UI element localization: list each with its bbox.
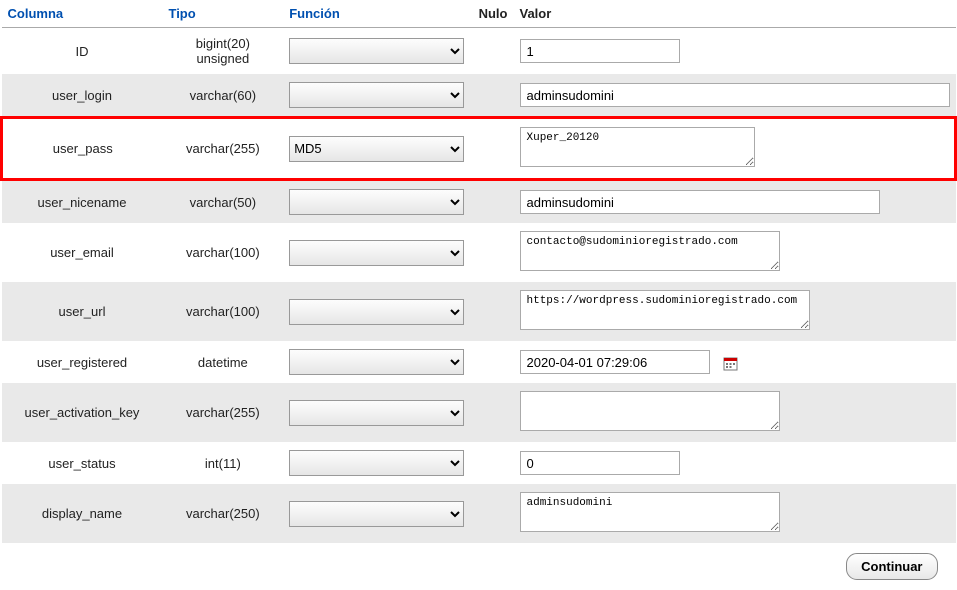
type-id: bigint(20) unsigned <box>162 28 283 75</box>
row-user-email: user_email varchar(100) <box>2 223 956 282</box>
row-user-status: user_status int(11) <box>2 442 956 484</box>
func-select-user-nicename[interactable] <box>289 189 464 215</box>
calendar-icon[interactable] <box>723 356 738 371</box>
func-select-user-activation-key[interactable] <box>289 400 464 426</box>
colname-user-registered: user_registered <box>2 341 163 383</box>
func-select-user-login[interactable] <box>289 82 464 108</box>
type-user-nicename: varchar(50) <box>162 180 283 224</box>
colname-user-activation-key: user_activation_key <box>2 383 163 442</box>
type-user-registered: datetime <box>162 341 283 383</box>
func-select-user-pass[interactable]: MD5 <box>289 136 464 162</box>
header-valor: Valor <box>514 0 956 28</box>
colname-user-url: user_url <box>2 282 163 341</box>
row-user-nicename: user_nicename varchar(50) <box>2 180 956 224</box>
colname-user-login: user_login <box>2 74 163 118</box>
func-select-id[interactable] <box>289 38 464 64</box>
row-id: ID bigint(20) unsigned <box>2 28 956 75</box>
fields-table: Columna Tipo Función Nulo Valor ID bigin… <box>0 0 957 590</box>
value-input-user-status[interactable] <box>520 451 680 475</box>
footer-row: Continuar <box>2 543 956 590</box>
colname-user-pass: user_pass <box>2 118 163 180</box>
header-columna[interactable]: Columna <box>2 0 163 28</box>
colname-user-status: user_status <box>2 442 163 484</box>
row-user-url: user_url varchar(100) <box>2 282 956 341</box>
row-user-pass: user_pass varchar(255) MD5 <span class="… <box>2 118 956 180</box>
row-user-activation-key: user_activation_key varchar(255) <box>2 383 956 442</box>
value-input-id[interactable] <box>520 39 680 63</box>
func-select-display-name[interactable] <box>289 501 464 527</box>
type-user-email: varchar(100) <box>162 223 283 282</box>
func-select-user-email[interactable] <box>289 240 464 266</box>
func-select-user-url[interactable] <box>289 299 464 325</box>
row-user-registered: user_registered datetime <box>2 341 956 383</box>
continuar-button[interactable]: Continuar <box>846 553 937 580</box>
row-display-name: display_name varchar(250) <box>2 484 956 543</box>
colname-display-name: display_name <box>2 484 163 543</box>
type-display-name: varchar(250) <box>162 484 283 543</box>
header-nulo: Nulo <box>473 0 514 28</box>
value-textarea-display-name[interactable] <box>520 492 780 532</box>
value-textarea-user-email[interactable] <box>520 231 780 271</box>
value-input-user-login[interactable] <box>520 83 950 107</box>
type-user-login: varchar(60) <box>162 74 283 118</box>
colname-id: ID <box>2 28 163 75</box>
colname-user-email: user_email <box>2 223 163 282</box>
type-user-activation-key: varchar(255) <box>162 383 283 442</box>
type-user-url: varchar(100) <box>162 282 283 341</box>
colname-user-nicename: user_nicename <box>2 180 163 224</box>
row-user-login: user_login varchar(60) <box>2 74 956 118</box>
value-textarea-user-pass[interactable]: <span class="spellred" data-bind="rows.u… <box>520 127 755 167</box>
type-user-status: int(11) <box>162 442 283 484</box>
value-textarea-user-url[interactable] <box>520 290 810 330</box>
value-input-user-registered[interactable] <box>520 350 710 374</box>
func-select-user-status[interactable] <box>289 450 464 476</box>
value-textarea-user-activation-key[interactable] <box>520 391 780 431</box>
type-user-pass: varchar(255) <box>162 118 283 180</box>
value-input-user-nicename[interactable] <box>520 190 880 214</box>
header-tipo[interactable]: Tipo <box>162 0 283 28</box>
func-select-user-registered[interactable] <box>289 349 464 375</box>
header-funcion[interactable]: Función <box>283 0 472 28</box>
